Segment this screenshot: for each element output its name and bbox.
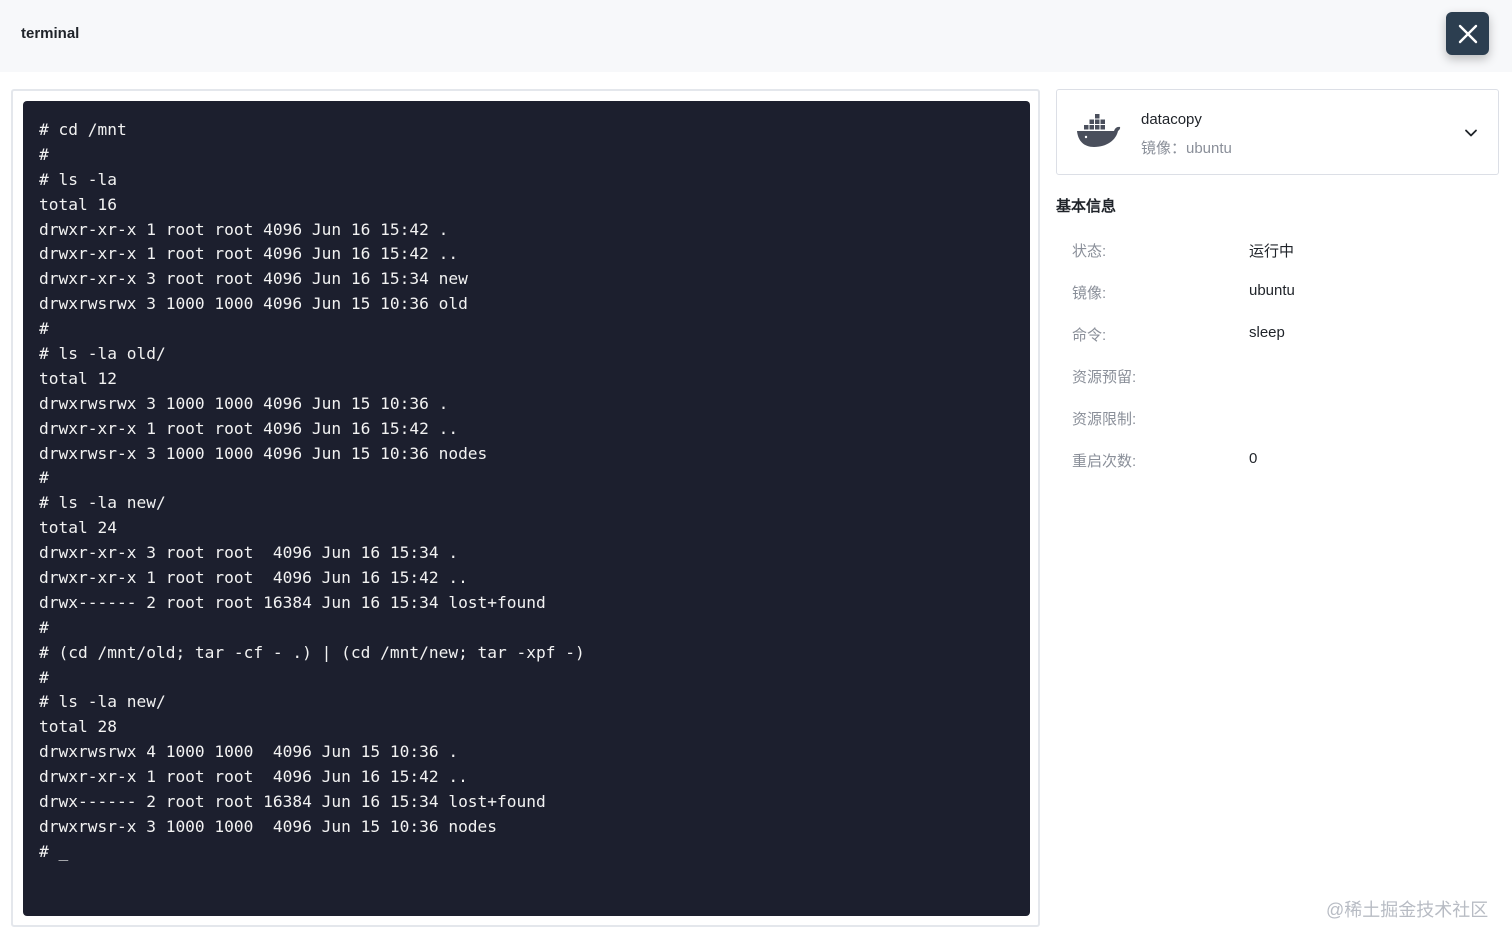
terminal-line: # (cd /mnt/old; tar -cf - .) | (cd /mnt/… <box>39 642 585 662</box>
terminal-line: drwxrwsrwx 4 1000 1000 4096 Jun 15 10:36… <box>39 742 459 762</box>
info-value: 运行中 <box>1249 243 1295 260</box>
info-label: 状态: <box>1072 243 1107 260</box>
terminal-line: drwxr-xr-x 1 root root 4096 Jun 16 15:42… <box>39 219 449 239</box>
terminal-line: # <box>39 667 49 687</box>
info-value: 0 <box>1249 450 1258 467</box>
terminal-line: # cd /mnt <box>39 120 127 139</box>
info-label: 命令: <box>1072 327 1107 344</box>
chevron-down-icon[interactable] <box>1464 126 1478 140</box>
section-title: 基本信息 <box>1056 198 1117 215</box>
info-label: 资源预留: <box>1072 369 1137 386</box>
terminal-line: # ls -la <box>39 169 117 189</box>
terminal-line: # <box>39 144 49 164</box>
terminal-line: drwxr-xr-x 3 root root 4096 Jun 16 15:34… <box>39 543 459 563</box>
info-label: 资源限制: <box>1072 411 1137 428</box>
info-label: 重启次数: <box>1072 453 1137 470</box>
terminal-line: drwxrwsrwx 3 1000 1000 4096 Jun 15 10:36… <box>39 294 468 314</box>
terminal-line: drwxr-xr-x 3 root root 4096 Jun 16 15:34… <box>39 269 468 289</box>
terminal-line: drwxr-xr-x 1 root root 4096 Jun 16 15:42… <box>39 418 459 438</box>
terminal-line: # ls -la new/ <box>39 692 166 712</box>
terminal-line: # <box>39 617 49 637</box>
terminal-line: total 12 <box>39 368 117 388</box>
terminal-line: drwxrwsrwx 3 1000 1000 4096 Jun 15 10:36… <box>39 393 449 413</box>
close-button[interactable] <box>1446 12 1489 55</box>
modal-header: terminal <box>0 0 1512 72</box>
terminal-line: drwx------ 2 root root 16384 Jun 16 15:3… <box>39 792 546 812</box>
terminal-line: drwxrwsr-x 3 1000 1000 4096 Jun 15 10:36… <box>39 443 488 463</box>
terminal-line: drwxr-xr-x 1 root root 4096 Jun 16 15:42… <box>39 767 468 787</box>
container-selector[interactable]: datacopy 镜像：ubuntu <box>1056 89 1499 175</box>
terminal-line: total 28 <box>39 717 117 737</box>
terminal-line: # <box>39 319 49 339</box>
info-label: 镜像: <box>1072 285 1107 302</box>
terminal-line: # ls -la new/ <box>39 493 166 513</box>
container-name: datacopy <box>1141 111 1202 128</box>
terminal-line: # _ <box>39 841 69 861</box>
terminal-line: drwxrwsr-x 3 1000 1000 4096 Jun 15 10:36… <box>39 816 498 836</box>
terminal-line: # ls -la old/ <box>39 344 166 364</box>
watermark: @稀土掘金技术社区 <box>1326 900 1489 920</box>
info-value: sleep <box>1249 324 1285 341</box>
terminal-line: # <box>39 468 49 488</box>
close-icon <box>1458 24 1477 43</box>
terminal-panel: # cd /mnt # # ls -la total 16 drwxr-xr-x 1 r… <box>11 89 1040 927</box>
modal-title: terminal <box>21 25 80 42</box>
terminal-line: drwx------ 2 root root 16384 Jun 16 15:3… <box>39 592 546 612</box>
terminal-line: drwxr-xr-x 1 root root 4096 Jun 16 15:42… <box>39 244 459 264</box>
info-value: ubuntu <box>1249 282 1295 299</box>
terminal-line: total 24 <box>39 518 117 538</box>
container-image: 镜像：ubuntu <box>1141 140 1232 157</box>
terminal-line: drwxr-xr-x 1 root root 4096 Jun 16 15:42… <box>39 568 468 588</box>
terminal-screen[interactable]: # cd /mnt # # ls -la total 16 drwxr-xr-x 1 r… <box>23 101 1030 916</box>
docker-icon <box>1077 114 1121 147</box>
terminal-line: total 16 <box>39 194 117 214</box>
